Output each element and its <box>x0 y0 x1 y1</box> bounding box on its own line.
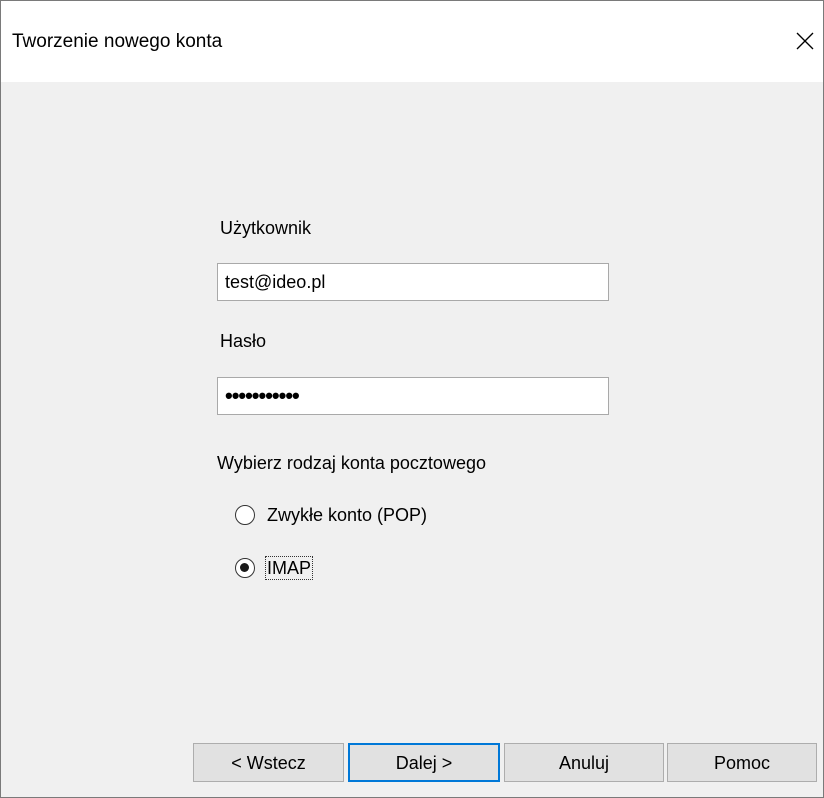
dialog-content: Użytkownik Hasło Wybierz rodzaj konta po… <box>1 82 823 797</box>
title-bar: Tworzenie nowego konta <box>1 1 823 82</box>
back-button[interactable]: < Wstecz <box>193 743 344 782</box>
window-title: Tworzenie nowego konta <box>12 31 223 52</box>
user-label: Użytkownik <box>220 218 312 238</box>
new-account-dialog: Tworzenie nowego konta Użytkownik Hasło … <box>0 0 824 798</box>
radio-pop-label[interactable]: Zwykłe konto (POP) <box>265 503 429 527</box>
account-type-label: Wybierz rodzaj konta pocztowego <box>217 453 486 473</box>
radio-imap[interactable] <box>235 558 255 578</box>
close-icon <box>796 32 814 50</box>
help-button[interactable]: Pomoc <box>667 743 817 782</box>
radio-imap-label[interactable]: IMAP <box>265 556 314 580</box>
next-button[interactable]: Dalej > <box>348 743 500 782</box>
close-button[interactable] <box>787 19 823 63</box>
radio-pop[interactable] <box>235 505 255 525</box>
user-input[interactable] <box>217 263 609 301</box>
password-label: Hasło <box>220 331 267 351</box>
radio-option-pop[interactable]: Zwykłe konto (POP) <box>235 501 429 529</box>
radio-option-imap[interactable]: IMAP <box>235 554 314 582</box>
password-input[interactable] <box>217 377 609 415</box>
cancel-button[interactable]: Anuluj <box>504 743 664 782</box>
